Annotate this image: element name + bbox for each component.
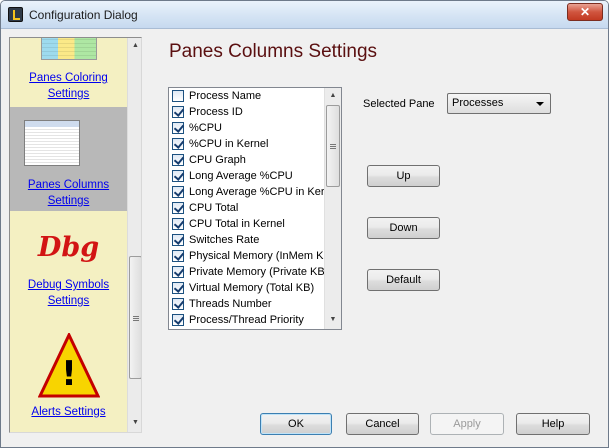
chevron-down-icon [536,102,544,106]
column-checkbox[interactable] [172,234,184,246]
column-checkbox[interactable] [172,138,184,150]
column-checkbox[interactable] [172,106,184,118]
nav-scrollbar[interactable]: ▲ ▼ [127,38,141,432]
column-item[interactable]: Process ID [169,104,324,120]
page-title: Panes Columns Settings [169,41,378,62]
column-label: Process/Thread Priority [189,314,304,326]
column-checkbox[interactable] [172,250,184,262]
close-button[interactable]: ✕ [567,3,603,21]
selected-pane-value: Processes [452,97,504,109]
column-label: Process ID [189,106,243,118]
configuration-dialog: Configuration Dialog ✕ Panes Coloring Se… [0,0,609,448]
column-label: Switches Rate [189,234,260,246]
column-label: CPU Total in Kernel [189,218,285,230]
column-label: %CPU in Kernel [189,138,269,150]
nav-label-panes-columns-line2[interactable]: Settings [10,193,127,209]
nav-label-panes-columns-line1[interactable]: Panes Columns [10,177,127,193]
columns-list-items: Process Name Process ID %CPU %CPU in Kernel… [169,88,324,328]
nav-scroll-down-button[interactable]: ▼ [128,415,141,431]
nav-label-debug-symbols-line1[interactable]: Debug Symbols [10,277,127,293]
column-item[interactable]: Physical Memory (InMem KB) [169,248,324,264]
column-checkbox[interactable] [172,186,184,198]
selected-pane-label: Selected Pane [363,98,435,110]
column-item[interactable]: Process/Thread Priority [169,312,324,328]
default-button[interactable]: Default [367,269,440,291]
nav-scroll-up-button[interactable]: ▲ [128,38,141,54]
column-label: Long Average %CPU in Kernel [189,186,324,198]
nav-label-panes-coloring-line2[interactable]: Settings [10,86,127,102]
down-button[interactable]: Down [367,217,440,239]
selected-pane-dropdown[interactable]: Processes [447,93,551,114]
column-checkbox[interactable] [172,282,184,294]
column-item[interactable]: Long Average %CPU [169,168,324,184]
help-button[interactable]: Help [516,413,590,435]
column-label: Private Memory (Private KB) [189,266,324,278]
cancel-button[interactable]: Cancel [346,413,419,435]
nav-label-debug-symbols-line2[interactable]: Settings [10,293,127,309]
nav-label-panes-coloring-line1[interactable]: Panes Coloring [10,70,127,86]
column-checkbox[interactable] [172,202,184,214]
column-checkbox[interactable] [172,218,184,230]
columns-scroll-down-button[interactable]: ▼ [325,312,341,328]
nav-label-alerts[interactable]: Alerts Settings [10,404,127,420]
nav-item-debug-symbols[interactable]: Dbg Debug Symbols Settings [10,228,127,308]
column-checkbox[interactable] [172,170,184,182]
columns-scrollbar[interactable]: ▲ ▼ [324,88,341,329]
up-button[interactable]: Up [367,165,440,187]
column-label: Process Name [189,90,262,102]
warning-mark: ! [61,354,77,394]
column-label: Long Average %CPU [189,170,293,182]
title-bar: Configuration Dialog ✕ [1,1,608,29]
column-item[interactable]: Private Memory (Private KB) [169,264,324,280]
debug-symbols-logo: Dbg [37,232,100,263]
column-label: Virtual Memory (Total KB) [189,282,315,294]
column-checkbox[interactable] [172,90,184,102]
column-item[interactable]: Long Average %CPU in Kernel [169,184,324,200]
settings-nav: Panes Coloring Settings Panes Columns Se… [9,37,142,433]
warning-icon[interactable]: ! [38,333,100,401]
column-label: Threads Number [189,298,272,310]
column-item[interactable]: CPU Graph [169,152,324,168]
column-checkbox[interactable] [172,266,184,278]
panes-coloring-thumbnail [41,38,97,60]
column-checkbox[interactable] [172,122,184,134]
column-item[interactable]: %CPU in Kernel [169,136,324,152]
column-label: CPU Total [189,202,239,214]
window-title: Configuration Dialog [29,8,138,22]
nav-item-panes-columns[interactable]: Panes Columns Settings [10,107,127,211]
column-label: CPU Graph [189,154,246,166]
column-item[interactable]: CPU Total [169,200,324,216]
columns-scroll-up-button[interactable]: ▲ [325,88,341,104]
panes-columns-thumbnail [24,120,80,166]
column-item[interactable]: Switches Rate [169,232,324,248]
ok-button[interactable]: OK [260,413,332,435]
app-icon [8,7,23,22]
column-label: %CPU [189,122,223,134]
column-item[interactable]: Virtual Memory (Total KB) [169,280,324,296]
grip-icon [133,314,139,321]
column-checkbox[interactable] [172,298,184,310]
columns-checklist[interactable]: Process Name Process ID %CPU %CPU in Kernel… [168,87,342,330]
column-item[interactable]: Process Name [169,88,324,104]
column-checkbox[interactable] [172,314,184,326]
columns-scroll-thumb[interactable] [326,105,340,187]
column-checkbox[interactable] [172,154,184,166]
apply-button[interactable]: Apply [430,413,504,435]
column-item[interactable]: CPU Total in Kernel [169,216,324,232]
nav-scroll-thumb[interactable] [129,256,141,379]
column-label: Physical Memory (InMem KB) [189,250,324,262]
column-item[interactable]: Threads Number [169,296,324,312]
grip-icon [330,143,336,149]
column-item[interactable]: %CPU [169,120,324,136]
